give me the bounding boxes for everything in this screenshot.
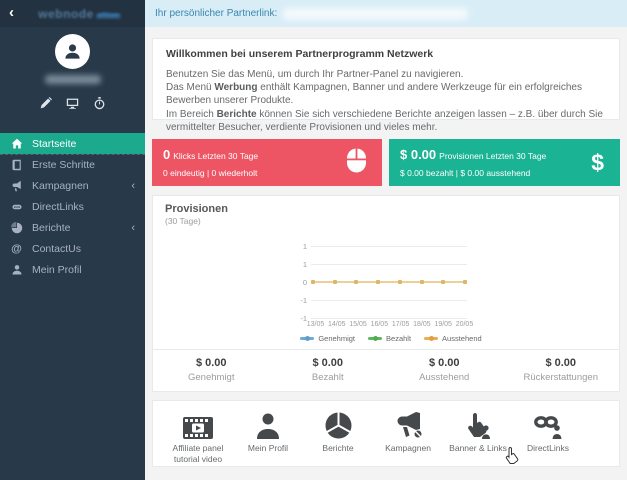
at-icon: @ bbox=[11, 242, 22, 255]
welcome-line-3: Im Bereich Berichte können Sie sich vers… bbox=[166, 108, 603, 133]
shortcut-berichte[interactable]: Berichte bbox=[303, 409, 373, 466]
welcome-title: Willkommen bei unserem Partnerprogramm N… bbox=[166, 48, 434, 60]
sidebar-item-startseite[interactable]: Startseite bbox=[0, 133, 145, 154]
avatar[interactable] bbox=[55, 34, 90, 69]
commissions-stat-card[interactable]: $ 0.00 Provisionen Letzten 30 Tage $ 0.00… bbox=[389, 139, 620, 186]
mouse-icon bbox=[347, 148, 366, 177]
legend-marker bbox=[300, 337, 315, 340]
shortcut-kampagnen[interactable]: Kampagnen bbox=[373, 409, 443, 466]
collapse-menu-icon[interactable]: ‹ bbox=[0, 0, 14, 28]
welcome-line-1: Benutzen Sie das Menü, um durch Ihr Part… bbox=[166, 69, 464, 80]
shortcut-directlinks[interactable]: DirectLinks bbox=[513, 409, 583, 466]
affiliate-dashboard: ‹ webnode affiliate Startseite Erste Sch… bbox=[0, 0, 627, 480]
partner-link-label: Ihr persönlicher Partnerlink: bbox=[155, 8, 278, 19]
legend-item-ausstehend[interactable]: Ausstehend bbox=[424, 334, 482, 343]
stopwatch-icon[interactable] bbox=[93, 97, 106, 110]
chart-series-line bbox=[311, 280, 467, 284]
legend-item-bezahlt[interactable]: Bezahlt bbox=[368, 334, 411, 343]
brand-logo: webnode affiliate bbox=[14, 5, 145, 23]
profile-section bbox=[0, 27, 145, 155]
sidebar-item-berichte[interactable]: Berichte ‹ bbox=[0, 217, 145, 238]
sidebar-item-mein-profil[interactable]: Mein Profil bbox=[0, 259, 145, 280]
summary-row: $ 0.00 Genehmigt $ 0.00 Bezahlt $ 0.00 A… bbox=[153, 349, 619, 392]
summary-genehmigt: $ 0.00 Genehmigt bbox=[188, 357, 235, 383]
welcome-line-2: Das Menü Werbung enthält Kampagnen, Bann… bbox=[166, 82, 582, 107]
shortcut-banner-links[interactable]: Banner & Links bbox=[443, 409, 513, 466]
commissions-chart-panel: Provisionen (30 Tage) 1 1 0 -1 -1 13/05 1… bbox=[152, 195, 620, 392]
sidebar-header: ‹ webnode affiliate bbox=[0, 0, 145, 27]
shortcuts-panel: Affiliate panel tutorial video Mein Prof… bbox=[152, 400, 620, 467]
commissions-label: Provisionen Letzten 30 Tage bbox=[439, 151, 547, 161]
chart-title: Provisionen bbox=[165, 203, 228, 215]
megaphone-icon bbox=[373, 409, 443, 439]
pie-chart-icon bbox=[10, 221, 23, 234]
hand-pointer-icon bbox=[443, 409, 513, 439]
welcome-panel: Willkommen bei unserem Partnerprogramm N… bbox=[152, 38, 620, 133]
clicks-value: 0 bbox=[163, 147, 171, 162]
desktop-icon[interactable] bbox=[66, 97, 79, 110]
brand-name: webnode bbox=[38, 6, 94, 21]
clicks-detail: 0 eindeutig | 0 wiederholt bbox=[163, 168, 258, 178]
sidebar: ‹ webnode affiliate Startseite Erste Sch… bbox=[0, 0, 145, 480]
pie-chart-icon bbox=[303, 409, 373, 439]
sidebar-item-directlinks[interactable]: DirectLinks bbox=[0, 196, 145, 217]
sidebar-item-contactus[interactable]: @ ContactUs bbox=[0, 238, 145, 259]
summary-rueckerstattungen: $ 0.00 Rückerstattungen bbox=[523, 357, 598, 383]
chart-legend: Genehmigt Bezahlt Ausstehend bbox=[300, 334, 482, 343]
shortcut-mein-profil[interactable]: Mein Profil bbox=[233, 409, 303, 466]
direct-links-icon bbox=[513, 409, 583, 439]
chevron-left-icon: ‹ bbox=[131, 179, 135, 192]
commissions-detail: $ 0.00 bezahlt | $ 0.00 ausstehend bbox=[400, 168, 531, 178]
sidebar-menu: Startseite Erste Schritte Kampagnen ‹ Di… bbox=[0, 133, 145, 280]
video-icon bbox=[163, 409, 233, 439]
sidebar-item-kampagnen[interactable]: Kampagnen ‹ bbox=[0, 175, 145, 196]
link-icon bbox=[10, 200, 23, 213]
legend-marker bbox=[368, 337, 383, 340]
commissions-value: $ 0.00 bbox=[400, 147, 437, 162]
topbar: Ihr persönlicher Partnerlink: bbox=[145, 0, 627, 27]
chart-subtitle: (30 Tage) bbox=[165, 216, 201, 226]
partner-link-redacted[interactable] bbox=[283, 7, 469, 20]
chart-x-axis: 13/05 14/05 15/05 16/05 17/05 18/05 19/05 20/05 bbox=[306, 321, 474, 328]
sidebar-item-erste-schritte[interactable]: Erste Schritte bbox=[0, 154, 145, 175]
profile-actions bbox=[0, 97, 145, 110]
legend-marker bbox=[424, 337, 439, 340]
user-icon bbox=[10, 263, 23, 276]
megaphone-icon bbox=[10, 179, 23, 192]
brand-suffix: affiliate bbox=[95, 12, 121, 19]
summary-ausstehend: $ 0.00 Ausstehend bbox=[419, 357, 470, 383]
chevron-left-icon: ‹ bbox=[131, 221, 135, 234]
book-icon bbox=[10, 158, 23, 171]
username-redacted bbox=[45, 75, 101, 84]
chart-plot: 1 1 0 -1 -1 bbox=[300, 242, 467, 323]
summary-bezahlt: $ 0.00 Bezahlt bbox=[311, 357, 344, 383]
home-icon bbox=[10, 137, 23, 150]
legend-item-genehmigt[interactable]: Genehmigt bbox=[300, 334, 355, 343]
shortcut-tutorial-video[interactable]: Affiliate panel tutorial video bbox=[163, 409, 233, 466]
clicks-label: Klicks Letzten 30 Tage bbox=[173, 151, 259, 161]
user-icon bbox=[233, 409, 303, 439]
user-icon bbox=[65, 44, 80, 59]
edit-profile-icon[interactable] bbox=[39, 97, 52, 110]
dollar-icon: $ bbox=[591, 149, 604, 175]
clicks-stat-card[interactable]: 0 Klicks Letzten 30 Tage 0 eindeutig | 0 … bbox=[152, 139, 382, 186]
